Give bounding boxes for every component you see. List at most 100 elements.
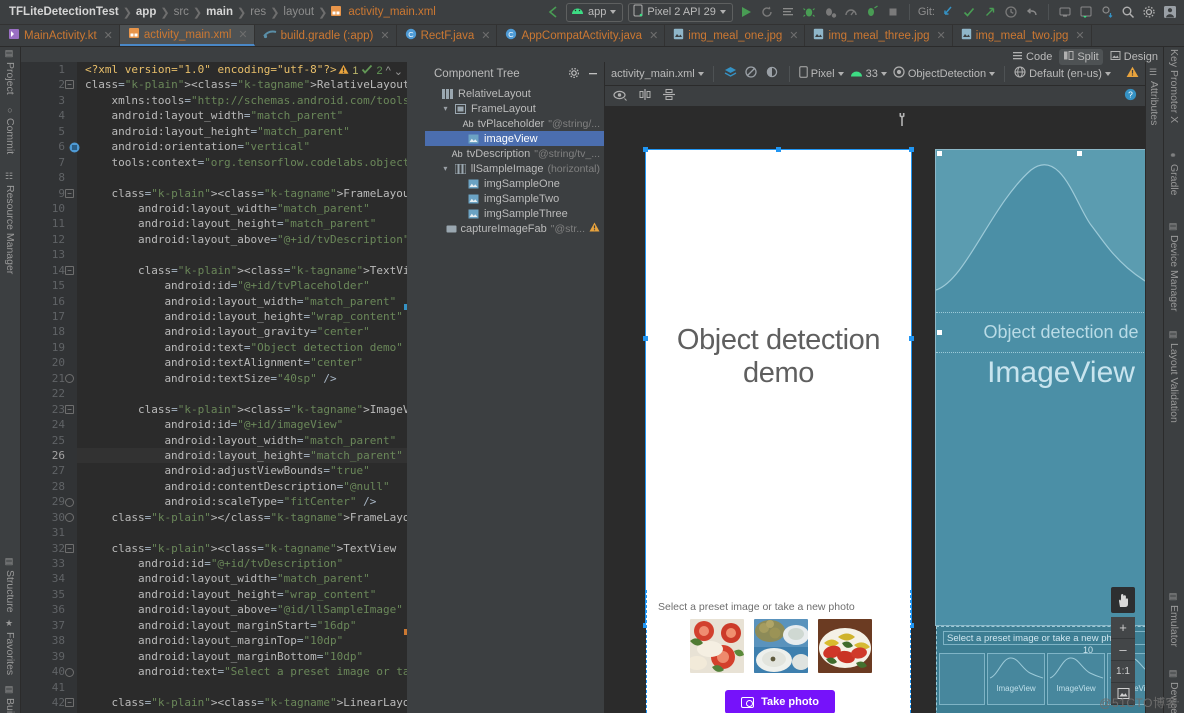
blueprint-handle-tl[interactable] xyxy=(937,151,942,156)
orientation-icon[interactable] xyxy=(744,65,759,82)
code-fold-toggle[interactable] xyxy=(65,667,74,677)
code-line[interactable]: 9 class="k-plain"><class="k-tagname">Fram… xyxy=(58,186,407,201)
sidebar-item-layout-validation[interactable]: ▤ Layout Validation xyxy=(1168,330,1180,423)
code-line[interactable]: 18 android:layout_gravity="center" xyxy=(52,324,407,339)
view-mode-code[interactable]: Code xyxy=(1008,49,1056,65)
code-editor[interactable]: 1 <?xml version="1.0" encoding="utf-8"?> 2… xyxy=(21,62,407,713)
minimize-icon[interactable] xyxy=(587,67,599,82)
pan-tool-button[interactable] xyxy=(1111,587,1135,613)
sidebar-item-attributes[interactable]: ☰ Attributes xyxy=(1148,68,1160,125)
tab-img-meal-one[interactable]: img_meal_one.jpg ✕ xyxy=(665,25,806,46)
blueprint-cell-two[interactable]: ImageView xyxy=(1047,653,1105,705)
code-line[interactable]: 11 android:layout_height="match_parent" xyxy=(52,216,407,231)
inspection-widget[interactable]: 1 2 ^ ⌄ xyxy=(338,64,403,78)
eye-icon[interactable] xyxy=(613,89,628,104)
code-line[interactable]: 22 xyxy=(52,386,407,401)
tab-AppCompatActivity-java[interactable]: C AppCompatActivity.java ✕ xyxy=(497,25,666,46)
preview-render-frame[interactable]: Object detection demo xyxy=(643,147,914,628)
close-icon[interactable]: ✕ xyxy=(481,29,490,42)
gear-icon[interactable] xyxy=(568,67,580,82)
code-line[interactable]: 33 android:id="@+id/tvDescription" xyxy=(52,556,407,571)
tab-img-meal-three[interactable]: img_meal_three.jpg ✕ xyxy=(805,25,953,46)
view-mode-split[interactable]: Split xyxy=(1059,48,1103,65)
blueprint-render-frame[interactable]: Object detection de ImageView xyxy=(935,149,1145,626)
back-arrow-icon[interactable] xyxy=(545,4,561,20)
breadcrumb-main[interactable]: main xyxy=(203,6,236,18)
tab-RectF-java[interactable]: C RectF.java ✕ xyxy=(397,25,498,46)
sidebar-item-resource-manager[interactable]: ☷ Resource Manager xyxy=(4,172,16,274)
tab-build-gradle[interactable]: build.gradle (:app) ✕ xyxy=(255,25,397,46)
code-line[interactable]: 25 android:layout_width="match_parent" xyxy=(52,433,407,448)
code-line[interactable]: 37 android:layout_marginStart="16dp" xyxy=(52,618,407,633)
code-line[interactable]: 24 android:id="@+id/imageView" xyxy=(52,417,407,432)
tree-node-captureImageFab[interactable]: captureImageFab "@str... xyxy=(425,221,604,236)
code-line[interactable]: 32 class="k-plain"><class="k-tagname">Tex… xyxy=(52,541,407,556)
undo-icon[interactable] xyxy=(1024,4,1040,20)
logcat-icon[interactable] xyxy=(780,4,796,20)
design-mode-icon[interactable] xyxy=(723,65,738,82)
code-line[interactable]: 35 android:layout_height="wrap_content" xyxy=(52,587,407,602)
sidebar-item-emulator[interactable]: ▤ Emulator xyxy=(1168,592,1180,647)
tree-node-imgSampleThree[interactable]: imgSampleThree xyxy=(425,206,604,221)
code-fold-toggle[interactable]: − xyxy=(65,265,74,275)
code-line[interactable]: 14 class="k-plain"><class="k-tagname">Tex… xyxy=(52,263,407,278)
code-line[interactable]: 30 class="k-plain"></class="k-tagname">Fr… xyxy=(52,510,407,525)
history-icon[interactable] xyxy=(1003,4,1019,20)
tree-node-FrameLayout[interactable]: ▾ FrameLayout xyxy=(425,101,604,116)
code-line[interactable]: 27 android:adjustViewBounds="true" xyxy=(52,463,407,478)
tree-node-RelativeLayout[interactable]: RelativeLayout xyxy=(425,86,604,101)
code-line[interactable]: 42 class="k-plain"><class="k-tagname">Lin… xyxy=(52,695,407,710)
component-tree-list[interactable]: RelativeLayout ▾ FrameLayout Ab tvPlaceholde… xyxy=(425,86,604,236)
code-line[interactable]: 17 android:layout_height="wrap_content" xyxy=(52,309,407,324)
code-fold-toggle[interactable]: − xyxy=(65,543,74,553)
code-line[interactable]: 10 android:layout_width="match_parent" xyxy=(52,201,407,216)
breadcrumb-res[interactable]: res xyxy=(247,6,269,18)
close-icon[interactable]: ✕ xyxy=(789,29,798,42)
git-commit-icon[interactable] xyxy=(961,4,977,20)
tab-img-meal-two[interactable]: img_meal_two.jpg ✕ xyxy=(953,25,1092,46)
blueprint-handle-tc[interactable] xyxy=(1077,151,1082,156)
tab-activity-main-xml[interactable]: activity_main.xml ✕ xyxy=(119,25,255,46)
locale-selector[interactable]: Default (en-us) xyxy=(1014,66,1111,81)
code-line[interactable]: 29 android:scaleType="fitCenter" /> xyxy=(52,494,407,509)
code-line[interactable]: 28 android:contentDescription="@null" xyxy=(52,479,407,494)
chevron-down-icon[interactable]: ▾ xyxy=(441,164,450,173)
breadcrumb-src[interactable]: src xyxy=(171,6,192,18)
selection-handle-tc[interactable] xyxy=(776,147,781,152)
selection-handle-ml[interactable] xyxy=(643,336,648,341)
tree-node-imageView[interactable]: imageView xyxy=(425,131,604,146)
thumbnail-sample-one[interactable] xyxy=(690,619,744,673)
code-line[interactable]: 3 xmlns:tools="http://schemas.android.com… xyxy=(58,93,407,108)
help-icon[interactable]: ? xyxy=(1124,88,1137,104)
chevron-down-icon[interactable]: ⌄ xyxy=(394,65,403,78)
thumbnail-sample-three[interactable] xyxy=(818,619,872,673)
code-fold-toggle[interactable] xyxy=(65,497,74,507)
night-mode-icon[interactable] xyxy=(765,65,780,82)
code-line[interactable]: 23 class="k-plain"><class="k-tagname">Ima… xyxy=(52,402,407,417)
align-horizontal-icon[interactable] xyxy=(638,88,652,104)
design-file-selector[interactable]: activity_main.xml xyxy=(611,68,704,80)
blueprint-cell-one[interactable]: ImageView xyxy=(987,653,1045,705)
code-fold-toggle[interactable]: − xyxy=(65,80,74,90)
code-line[interactable]: 2 class="k-plain"><class="k-tagname">Rela… xyxy=(58,77,407,92)
gear-icon[interactable] xyxy=(1141,4,1157,20)
sidebar-item-structure[interactable]: ▤ Structure xyxy=(4,557,16,613)
sidebar-item-build-variants[interactable]: ▤ Build Variants xyxy=(4,685,16,713)
tab-MainActivity-kt[interactable]: MainActivity.kt ✕ xyxy=(0,25,120,46)
code-line[interactable]: 4 android:layout_width="match_parent" xyxy=(58,108,407,123)
close-icon[interactable]: ✕ xyxy=(380,29,389,42)
code-line[interactable]: 15 android:id="@+id/tvPlaceholder" xyxy=(52,278,407,293)
device-selector[interactable]: Pixel 2 API 29 xyxy=(628,2,733,22)
chevron-down-icon[interactable]: ▾ xyxy=(441,104,450,113)
sidebar-item-key-promoter[interactable]: Key Promoter X xyxy=(1168,49,1180,123)
tree-node-llSampleImage[interactable]: ▾ llSampleImage (horizontal) xyxy=(425,161,604,176)
sidebar-item-favorites[interactable]: ★ Favorites xyxy=(4,619,16,675)
blueprint-handle-ml[interactable] xyxy=(937,330,942,335)
code-line[interactable]: 8 xyxy=(58,170,407,185)
tree-node-imgSampleOne[interactable]: imgSampleOne xyxy=(425,176,604,191)
avd-manager-icon[interactable] xyxy=(1057,4,1073,20)
run-icon[interactable] xyxy=(738,4,754,20)
device-preview-selector[interactable]: Pixel xyxy=(799,66,844,81)
tree-node-tvDescription[interactable]: Ab tvDescription "@string/tv_... xyxy=(425,146,604,161)
code-text-area[interactable]: 1 <?xml version="1.0" encoding="utf-8"?> 2… xyxy=(52,62,407,713)
